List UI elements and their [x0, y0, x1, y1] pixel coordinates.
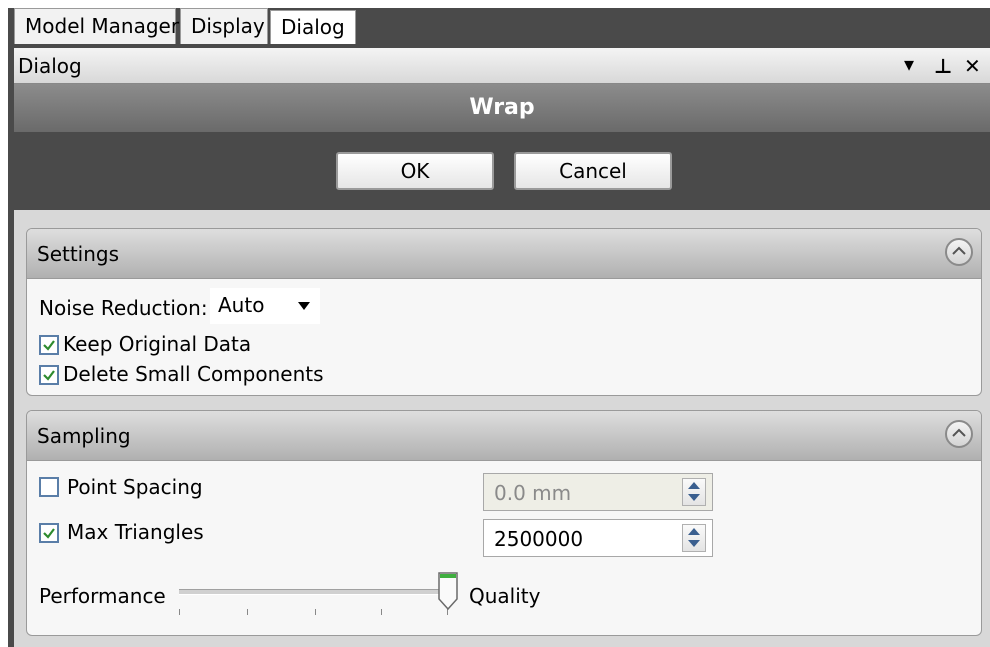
sampling-header[interactable]: Sampling — [27, 411, 981, 461]
settings-header-label: Settings — [37, 242, 120, 266]
quality-label: Quality — [469, 584, 541, 608]
spin-down-icon[interactable] — [688, 540, 700, 547]
slider-tick — [381, 609, 382, 615]
settings-panel: Settings Noise Reduction: Auto Keep Orig… — [26, 228, 982, 396]
point-spacing-value: 0.0 mm — [494, 481, 572, 505]
noise-reduction-select[interactable]: Auto — [210, 288, 320, 324]
dialog-title: Wrap — [469, 95, 535, 120]
quality-slider-thumb[interactable] — [437, 571, 459, 611]
spin-up-icon[interactable] — [688, 528, 700, 535]
max-triangles-spinner[interactable] — [682, 524, 706, 552]
delete-small-components-label[interactable]: Delete Small Components — [63, 361, 324, 387]
dropdown-icon[interactable]: ▾ — [904, 50, 914, 78]
point-spacing-label[interactable]: Point Spacing — [67, 474, 203, 500]
max-triangles-checkbox[interactable] — [39, 523, 59, 543]
tab-model-manager[interactable]: Model Manager — [14, 8, 179, 44]
keep-original-data-label[interactable]: Keep Original Data — [63, 331, 251, 357]
cancel-button[interactable]: Cancel — [514, 152, 672, 190]
ok-button[interactable]: OK — [336, 152, 494, 190]
keep-original-data-checkbox[interactable] — [39, 335, 59, 355]
tab-display[interactable]: Display — [180, 8, 268, 44]
slider-tick — [247, 609, 248, 615]
sampling-panel: Sampling Point Spacing 0.0 mm Max Triang… — [26, 410, 982, 636]
window-title: Dialog — [18, 54, 82, 78]
slider-tick — [315, 609, 316, 615]
delete-small-components-checkbox[interactable] — [39, 365, 59, 385]
chevron-down-icon — [298, 302, 310, 310]
point-spacing-input[interactable]: 0.0 mm — [483, 473, 713, 511]
spin-down-icon[interactable] — [688, 494, 700, 501]
collapse-icon[interactable] — [945, 420, 973, 448]
window-titlebar: Dialog ▾ ⊥ ✕ — [14, 48, 990, 84]
point-spacing-spinner[interactable] — [682, 478, 706, 506]
dialog-header: Wrap — [14, 84, 990, 132]
noise-reduction-label: Noise Reduction: — [39, 296, 208, 320]
max-triangles-value: 2500000 — [494, 527, 584, 551]
point-spacing-checkbox[interactable] — [39, 477, 59, 497]
quality-slider-track[interactable] — [179, 589, 447, 595]
max-triangles-label[interactable]: Max Triangles — [67, 519, 204, 545]
settings-header[interactable]: Settings — [27, 229, 981, 279]
max-triangles-input[interactable]: 2500000 — [483, 519, 713, 557]
collapse-icon[interactable] — [945, 238, 973, 266]
tab-dialog[interactable]: Dialog — [270, 10, 356, 44]
performance-label: Performance — [39, 584, 166, 608]
spin-up-icon[interactable] — [688, 482, 700, 489]
button-area: OK Cancel — [14, 132, 990, 210]
slider-tick — [179, 609, 180, 615]
tab-strip: Model Manager Display Dialog — [0, 0, 990, 44]
sampling-header-label: Sampling — [37, 424, 131, 448]
pin-icon[interactable]: ⊥ — [934, 52, 952, 80]
close-icon[interactable]: ✕ — [964, 52, 981, 80]
noise-reduction-value: Auto — [218, 293, 265, 317]
